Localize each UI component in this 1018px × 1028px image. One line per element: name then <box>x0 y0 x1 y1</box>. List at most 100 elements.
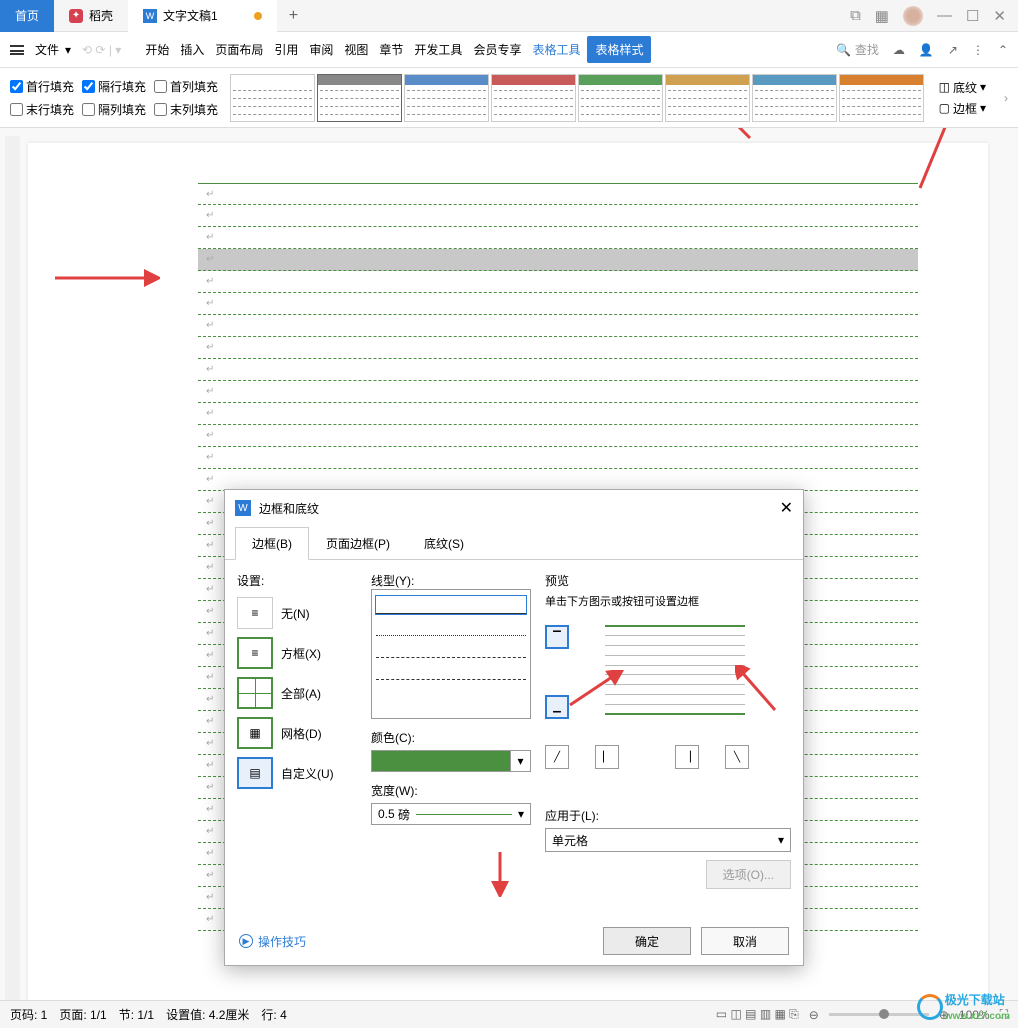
table-row[interactable]: ↵ <box>198 337 918 359</box>
tab-shell[interactable]: ✦ 稻壳 <box>54 0 128 32</box>
zoom-in-button[interactable]: ⊕ <box>939 1008 949 1022</box>
menu-tablestyle[interactable]: 表格样式 <box>587 36 651 63</box>
cancel-button[interactable]: 取消 <box>701 927 789 955</box>
apply-to-select[interactable]: 单元格▾ <box>545 828 791 852</box>
ribbon-expand[interactable]: › <box>1004 91 1008 105</box>
fit-icon[interactable]: ⛶ <box>1000 1007 1008 1022</box>
tab-border[interactable]: 边框(B) <box>235 527 309 560</box>
zoom-value[interactable]: 100% <box>959 1008 990 1022</box>
chk-first-row[interactable]: 首行填充 <box>10 78 74 95</box>
setting-all[interactable]: 全部(A) <box>237 677 357 709</box>
color-label: 颜色(C): <box>371 729 531 746</box>
table-row[interactable]: ↵ <box>198 403 918 425</box>
cloud-icon[interactable]: ☁ <box>893 43 905 57</box>
preview-right-button[interactable]: ▕ <box>675 745 699 769</box>
maximize-button[interactable]: ☐ <box>966 7 979 25</box>
menu-member[interactable]: 会员专享 <box>469 36 525 63</box>
menu-pagelayout[interactable]: 页面布局 <box>211 36 267 63</box>
search-box[interactable]: 🔍 查找 <box>836 41 879 58</box>
menu-view[interactable]: 视图 <box>340 36 372 63</box>
table-row[interactable]: ↵ <box>198 381 918 403</box>
ok-button[interactable]: 确定 <box>603 927 691 955</box>
status-section[interactable]: 节: 1/1 <box>119 1006 154 1023</box>
layout-icon[interactable]: ⧉ <box>850 7 861 24</box>
hamburger-icon[interactable] <box>10 45 24 55</box>
dialog-close-button[interactable]: ✕ <box>780 498 793 518</box>
border-button[interactable]: ▢ 边框 ▾ <box>939 100 986 117</box>
table-row[interactable]: ↵ <box>198 447 918 469</box>
tab-document[interactable]: W 文字文稿1 <box>128 0 277 32</box>
tips-link[interactable]: ▶ 操作技巧 <box>239 933 306 950</box>
table-row[interactable]: ↵ <box>198 271 918 293</box>
view-mode-icons[interactable]: ▭ ◫ ▤ ▥ ▦ ⎘ <box>716 1007 799 1022</box>
menu-start[interactable]: 开始 <box>141 36 173 63</box>
preview-left-button[interactable]: ▏ <box>595 745 619 769</box>
options-button[interactable]: 选项(O)... <box>706 860 791 889</box>
line-type-label: 线型(Y): <box>371 572 531 589</box>
user-icon[interactable]: 👤 <box>919 43 934 57</box>
avatar[interactable] <box>903 6 923 26</box>
zoom-out-button[interactable]: ⊖ <box>809 1008 819 1022</box>
preview-hint: 单击下方图示或按钮可设置边框 <box>545 593 791 609</box>
chk-first-col[interactable]: 首列填充 <box>154 78 218 95</box>
apps-icon[interactable]: ▦ <box>875 7 889 25</box>
tab-home[interactable]: 首页 <box>0 0 54 32</box>
vertical-ruler <box>5 136 20 1018</box>
table-row[interactable]: ↵ <box>198 183 918 205</box>
statusbar: 页码: 1 页面: 1/1 节: 1/1 设置值: 4.2厘米 行: 4 ▭ ◫… <box>0 1000 1018 1028</box>
more-icon[interactable]: ⋮ <box>972 43 984 57</box>
color-select[interactable]: ▾ <box>371 750 531 772</box>
menu-insert[interactable]: 插入 <box>176 36 208 63</box>
preview-top-button[interactable]: ▔ <box>545 625 569 649</box>
status-page-no[interactable]: 页码: 1 <box>10 1006 47 1023</box>
tab-shading[interactable]: 底纹(S) <box>407 527 481 560</box>
close-button[interactable]: ✕ <box>993 7 1006 25</box>
setting-grid[interactable]: ▦网格(D) <box>237 717 357 749</box>
width-select[interactable]: 0.5 磅 ▾ <box>371 803 531 825</box>
table-row[interactable]: ↵ <box>198 227 918 249</box>
chk-band-row[interactable]: 隔行填充 <box>82 78 146 95</box>
setting-custom[interactable]: ▤自定义(U) <box>237 757 357 789</box>
table-row[interactable]: ↵ <box>198 205 918 227</box>
menu-devtools[interactable]: 开发工具 <box>410 36 466 63</box>
settings-label: 设置: <box>237 572 357 589</box>
dialog-tabs: 边框(B) 页面边框(P) 底纹(S) <box>225 526 803 560</box>
chk-last-col[interactable]: 末列填充 <box>154 101 218 118</box>
setting-none[interactable]: ≡无(N) <box>237 597 357 629</box>
menu-tabletools[interactable]: 表格工具 <box>528 36 584 63</box>
tab-shell-label: 稻壳 <box>89 7 113 24</box>
chk-band-col[interactable]: 隔列填充 <box>82 101 146 118</box>
line-type-list[interactable] <box>371 589 531 719</box>
zoom-slider[interactable] <box>829 1013 929 1016</box>
file-menu[interactable]: 文件▾ <box>27 41 79 58</box>
minimize-button[interactable]: — <box>937 7 952 24</box>
status-page[interactable]: 页面: 1/1 <box>59 1006 106 1023</box>
shading-button[interactable]: ◫ 底纹 ▾ <box>939 79 986 96</box>
preview-diag1-button[interactable]: ╱ <box>545 745 569 769</box>
share-icon[interactable]: ↗ <box>948 43 958 57</box>
preview-bottom-button[interactable]: ▁ <box>545 695 569 719</box>
tab-page-border[interactable]: 页面边框(P) <box>309 527 407 560</box>
collapse-icon[interactable]: ⌃ <box>998 43 1008 57</box>
setting-box[interactable]: ≡方框(X) <box>237 637 357 669</box>
dialog-titlebar: W 边框和底纹 ✕ <box>225 490 803 526</box>
table-style-gallery[interactable] <box>230 74 924 122</box>
doc-icon: W <box>143 9 157 23</box>
status-setval[interactable]: 设置值: 4.2厘米 <box>166 1006 249 1023</box>
dialog-title: 边框和底纹 <box>259 500 319 517</box>
chk-last-row[interactable]: 末行填充 <box>10 101 74 118</box>
table-row[interactable]: ↵ <box>198 315 918 337</box>
preview-diag2-button[interactable]: ╲ <box>725 745 749 769</box>
tab-document-label: 文字文稿1 <box>163 7 218 24</box>
tab-add-button[interactable]: + <box>277 7 310 25</box>
table-row[interactable]: ↵ <box>198 293 918 315</box>
menu-reference[interactable]: 引用 <box>270 36 302 63</box>
table-row[interactable]: ↵ <box>198 425 918 447</box>
preview-diagram[interactable] <box>605 625 745 715</box>
table-row-selected[interactable]: ↵ <box>198 249 918 271</box>
table-row[interactable]: ↵ <box>198 359 918 381</box>
menu-review[interactable]: 审阅 <box>305 36 337 63</box>
menu-chapter[interactable]: 章节 <box>375 36 407 63</box>
status-row[interactable]: 行: 4 <box>261 1006 286 1023</box>
table-row[interactable]: ↵ <box>198 469 918 491</box>
